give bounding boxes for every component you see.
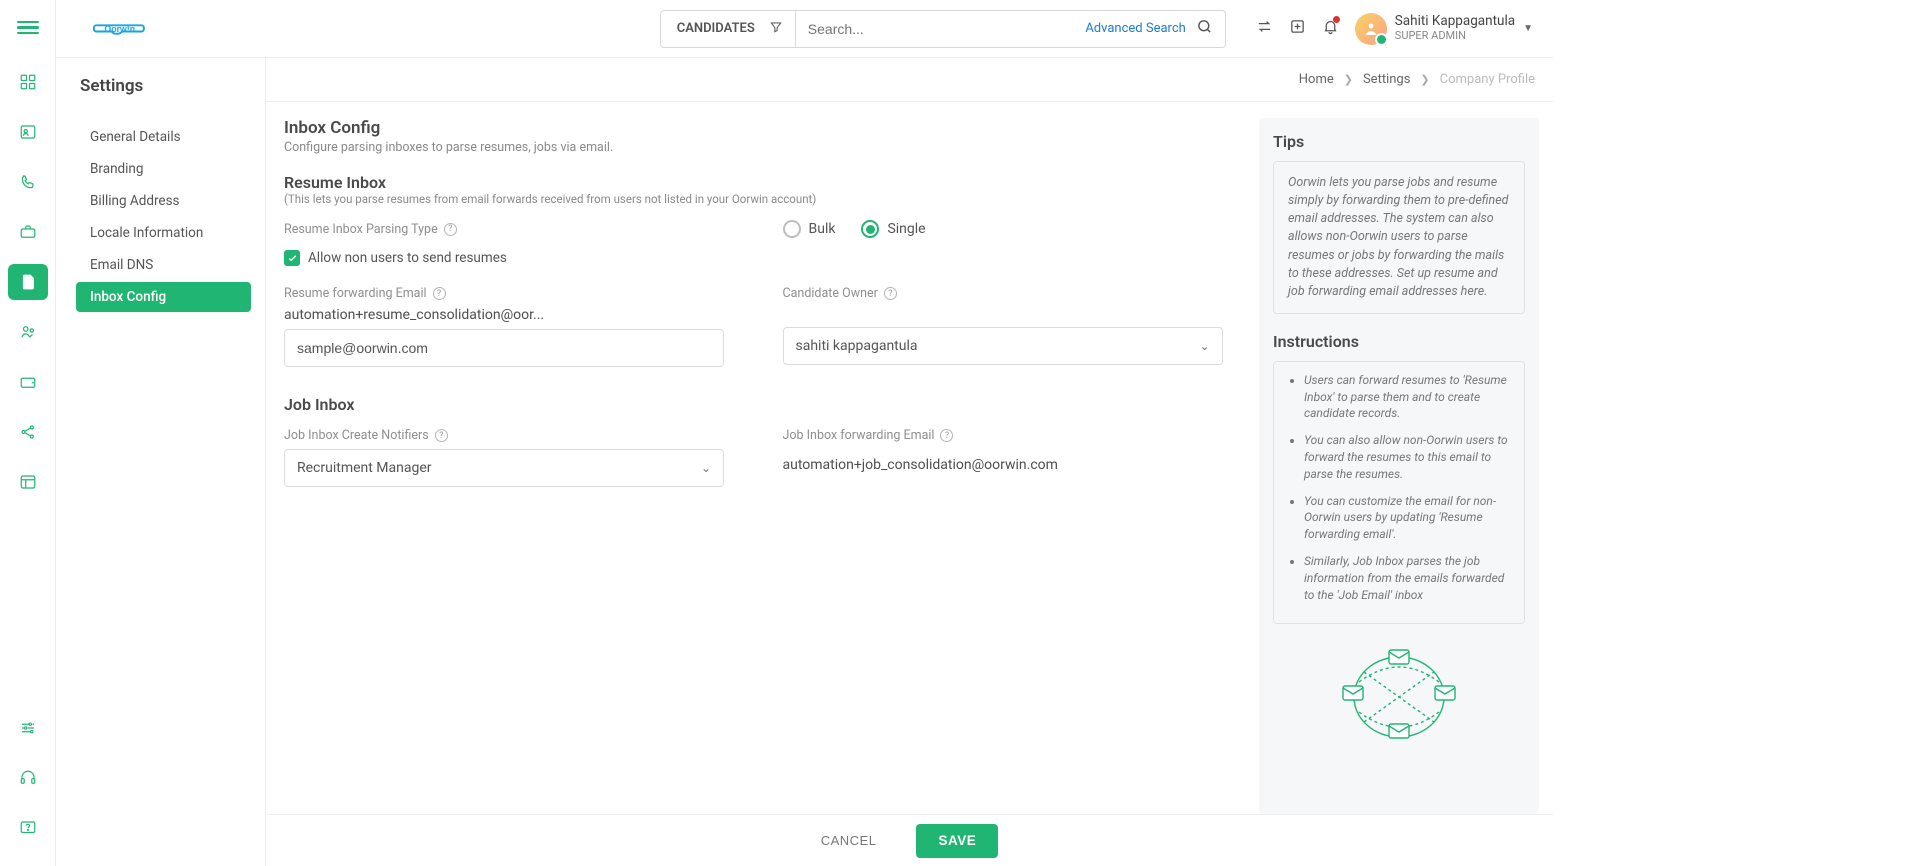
help-icon[interactable]: ? — [444, 223, 457, 236]
settings-nav-billing[interactable]: Billing Address — [76, 186, 251, 216]
help-icon[interactable] — [8, 810, 48, 846]
checkbox-allow-non-users[interactable]: Allow non users to send resumes — [284, 250, 1241, 266]
wallet-icon[interactable] — [8, 364, 48, 400]
swap-icon[interactable] — [1256, 18, 1273, 39]
instruction-item: You can also allow non-Oorwin users to f… — [1304, 432, 1512, 482]
breadcrumb: Home ❯ Settings ❯ Company Profile — [266, 58, 1553, 102]
section-sub-inbox: Configure parsing inboxes to parse resum… — [284, 140, 1241, 155]
user-role: SUPER ADMIN — [1395, 30, 1515, 43]
category-dropdown[interactable]: CANDIDATES — [660, 10, 796, 48]
checkbox-label: Allow non users to send resumes — [308, 250, 507, 266]
section-sub-resume: (This lets you parse resumes from email … — [284, 192, 1241, 206]
radio-bulk-label: Bulk — [809, 221, 836, 237]
document-icon[interactable] — [8, 264, 48, 300]
settings-sidebar: Settings General Details Branding Billin… — [56, 58, 266, 866]
category-label: CANDIDATES — [677, 21, 755, 36]
label-candidate-owner: Candidate Owner — [783, 286, 878, 301]
notification-dot — [1333, 16, 1340, 23]
settings-nav-branding[interactable]: Branding — [76, 154, 251, 184]
section-title-resume: Resume Inbox — [284, 173, 1241, 192]
radio-single-label: Single — [887, 221, 925, 237]
radio-circle-icon — [861, 220, 879, 238]
search-box: Advanced Search — [796, 10, 1226, 48]
save-button[interactable]: SAVE — [916, 824, 998, 858]
advanced-search-link[interactable]: Advanced Search — [1085, 21, 1185, 36]
dashboard-icon[interactable] — [8, 64, 48, 100]
topbar: Oorw!n CANDIDATES Advanced Search — [56, 0, 1553, 58]
chevron-down-icon: ▼ — [1523, 23, 1533, 34]
filter-icon — [769, 20, 783, 38]
help-icon[interactable]: ? — [940, 429, 953, 442]
resume-fwd-value: automation+resume_consolidation@oor... — [284, 307, 743, 323]
instruction-item: You can customize the email for non-Oorw… — [1304, 493, 1512, 543]
candidate-owner-value: sahiti kappagantula — [796, 338, 918, 354]
form-area: Inbox Config Configure parsing inboxes t… — [284, 118, 1241, 814]
chevron-right-icon: ❯ — [1420, 73, 1429, 86]
chevron-right-icon: ❯ — [1344, 73, 1353, 86]
candidate-owner-select[interactable]: sahiti kappagantula ⌄ — [783, 327, 1223, 365]
headset-icon[interactable] — [8, 760, 48, 796]
tips-body: Oorwin lets you parse jobs and resume si… — [1273, 161, 1525, 314]
tips-panel: Tips Oorwin lets you parse jobs and resu… — [1259, 118, 1539, 814]
search-icon[interactable] — [1196, 18, 1213, 39]
job-fwd-value: automation+job_consolidation@oorwin.com — [783, 457, 1242, 473]
label-resume-fwd: Resume forwarding Email — [284, 286, 427, 301]
settings-nav-email-dns[interactable]: Email DNS — [76, 250, 251, 280]
instruction-item: Users can forward resumes to 'Resume Inb… — [1304, 372, 1512, 422]
instructions-title: Instructions — [1273, 332, 1525, 351]
svg-text:Oorw!n: Oorw!n — [104, 24, 135, 34]
form-footer: CANCEL SAVE — [266, 814, 1553, 866]
radio-single[interactable]: Single — [861, 220, 925, 238]
people-icon[interactable] — [8, 314, 48, 350]
crumb-current: Company Profile — [1440, 72, 1535, 87]
avatar — [1355, 13, 1387, 45]
chevron-down-icon: ⌄ — [701, 461, 711, 475]
briefcase-icon[interactable] — [8, 214, 48, 250]
settings-nav-locale[interactable]: Locale Information — [76, 218, 251, 248]
radio-circle-icon — [783, 220, 801, 238]
label-parse-type: Resume Inbox Parsing Type — [284, 222, 438, 237]
help-icon[interactable]: ? — [435, 429, 448, 442]
menu-toggle[interactable] — [17, 18, 39, 36]
label-job-fwd: Job Inbox forwarding Email — [783, 428, 935, 443]
settings-nav-general[interactable]: General Details — [76, 122, 251, 152]
radio-bulk[interactable]: Bulk — [783, 220, 836, 238]
search-input[interactable] — [808, 21, 1086, 37]
job-notifiers-value: Recruitment Manager — [297, 460, 432, 476]
checkbox-icon — [284, 250, 300, 266]
instructions-box: Users can forward resumes to 'Resume Inb… — [1273, 361, 1525, 625]
crumb-home[interactable]: Home — [1299, 72, 1334, 87]
resume-fwd-input[interactable] — [284, 329, 724, 367]
label-job-notifiers: Job Inbox Create Notifiers — [284, 428, 429, 443]
help-icon[interactable]: ? — [884, 287, 897, 300]
phone-icon[interactable] — [8, 164, 48, 200]
settings-title: Settings — [80, 76, 265, 96]
user-menu[interactable]: Sahiti Kappagantula SUPER ADMIN ▼ — [1355, 13, 1533, 45]
user-card-icon[interactable] — [8, 114, 48, 150]
brand-logo[interactable]: Oorw!n — [92, 16, 154, 42]
section-title-job: Job Inbox — [284, 395, 1241, 414]
crumb-settings[interactable]: Settings — [1363, 72, 1410, 87]
cancel-button[interactable]: CANCEL — [821, 833, 877, 848]
help-icon[interactable]: ? — [433, 287, 446, 300]
user-name: Sahiti Kappagantula — [1395, 14, 1515, 30]
bell-icon[interactable] — [1322, 18, 1339, 39]
layout-icon[interactable] — [8, 464, 48, 500]
job-notifiers-select[interactable]: Recruitment Manager ⌄ — [284, 449, 724, 487]
tips-title: Tips — [1273, 132, 1525, 151]
add-icon[interactable] — [1289, 18, 1306, 39]
section-title-inbox: Inbox Config — [284, 118, 1241, 138]
chevron-down-icon: ⌄ — [1199, 339, 1209, 353]
sliders-icon[interactable] — [8, 710, 48, 746]
settings-nav-inbox-config[interactable]: Inbox Config — [76, 282, 251, 312]
instruction-item: Similarly, Job Inbox parses the job info… — [1304, 553, 1512, 603]
left-rail — [0, 0, 56, 866]
tips-illustration — [1273, 624, 1525, 752]
share-icon[interactable] — [8, 414, 48, 450]
